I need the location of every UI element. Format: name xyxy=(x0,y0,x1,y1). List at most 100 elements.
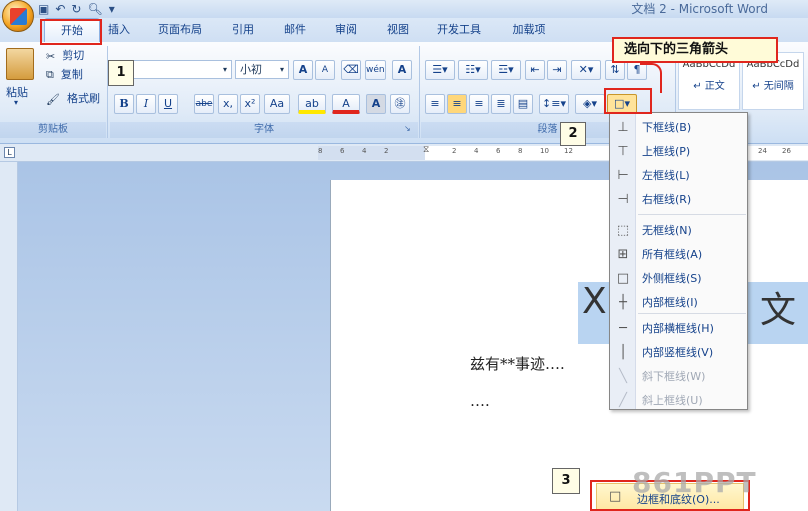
customize-qat-icon[interactable]: ▾ xyxy=(109,2,115,16)
border-menu-item[interactable]: □ 外侧框线(S) xyxy=(610,266,747,290)
diagonal-up-border-icon: ╱ xyxy=(619,392,627,408)
line-spacing-icon[interactable]: ↕≡▾ xyxy=(539,94,569,114)
phonetic-guide-icon[interactable]: wén xyxy=(365,60,386,80)
superscript-button[interactable]: x² xyxy=(240,94,260,114)
document-line[interactable]: …. xyxy=(470,392,490,410)
print-preview-icon[interactable]: 🔍︎ xyxy=(87,2,102,16)
font-size-combo[interactable]: 小初 ▾ xyxy=(235,60,289,79)
left-border-icon: ⊢ xyxy=(617,167,629,183)
tab-references[interactable]: 引用 xyxy=(228,18,258,42)
bullets-icon[interactable]: ☰▾ xyxy=(425,60,455,80)
italic-button[interactable]: I xyxy=(136,94,156,114)
tab-view[interactable]: 视图 xyxy=(383,18,413,42)
ruler-tick: 4 xyxy=(474,147,479,155)
tab-developer[interactable]: 开发工具 xyxy=(434,18,484,42)
border-menu-item[interactable]: ─ 内部横框线(H) xyxy=(610,316,747,340)
inside-vertical-border-icon: │ xyxy=(619,344,627,360)
align-center-icon[interactable]: ≡ xyxy=(447,94,467,114)
step3-marker: 3 xyxy=(552,468,580,494)
heading-text-left[interactable]: X xyxy=(582,281,607,322)
subscript-button[interactable]: x, xyxy=(218,94,238,114)
border-menu-item[interactable]: ⊥ 下框线(B) xyxy=(610,115,747,139)
border-menu-item-label: 内部横框线(H) xyxy=(642,322,714,335)
redo-icon[interactable]: ↻ xyxy=(71,2,81,16)
ruler-tick: 4 xyxy=(362,147,367,155)
ruler-tick: 2 xyxy=(452,147,457,155)
save-icon[interactable]: ▣ xyxy=(38,2,49,16)
border-menu-item-label: 所有框线(A) xyxy=(642,248,703,261)
ruler-tick: 26 xyxy=(782,147,791,155)
border-menu-item[interactable]: ⊢ 左框线(L) xyxy=(610,163,747,187)
ruler-tick: 10 xyxy=(540,147,549,155)
character-shading-icon[interactable]: A xyxy=(366,94,386,114)
highlight-color-icon[interactable]: ab xyxy=(298,94,326,114)
border-menu-item: ╱ 斜上框线(U) xyxy=(610,388,747,412)
paste-icon[interactable] xyxy=(6,48,34,80)
border-menu-item-label: 外侧框线(S) xyxy=(642,272,702,285)
enclose-character-icon[interactable]: ㊟ xyxy=(390,94,410,114)
ruler-tick: 6 xyxy=(340,147,345,155)
chinese-layout-icon[interactable]: ✕▾ xyxy=(571,60,601,80)
dialog-launcher-icon[interactable]: ↘ xyxy=(404,124,411,133)
indent-marker-icon[interactable]: ⧖ xyxy=(423,145,429,155)
change-case-button[interactable]: Aa xyxy=(264,94,290,114)
copy-button[interactable]: ⧉ 复制 xyxy=(46,64,87,86)
chevron-down-icon: ▾ xyxy=(279,65,284,74)
vertical-ruler[interactable] xyxy=(0,162,18,511)
decrease-indent-icon[interactable]: ⇤ xyxy=(525,60,545,80)
increase-indent-icon[interactable]: ⇥ xyxy=(547,60,567,80)
clear-format-icon[interactable]: ⌫ xyxy=(341,60,361,80)
distributed-icon[interactable]: ▤ xyxy=(513,94,533,114)
paste-dropdown-icon[interactable]: ▾ xyxy=(14,98,18,107)
divider xyxy=(419,46,420,138)
border-menu-item-label: 上框线(P) xyxy=(642,145,691,158)
justify-icon[interactable]: ≣ xyxy=(491,94,511,114)
format-painter-button[interactable]: 🖌︎ 格式刷 xyxy=(46,88,104,110)
strikethrough-button[interactable]: abe xyxy=(194,94,214,114)
numbering-icon[interactable]: ☷▾ xyxy=(458,60,488,80)
character-border-button[interactable]: A xyxy=(392,60,412,80)
tab-page-layout[interactable]: 页面布局 xyxy=(151,18,209,42)
border-menu-item[interactable]: ⊣ 右框线(R) xyxy=(610,187,747,211)
tab-insert[interactable]: 插入 xyxy=(104,18,134,42)
font-color-icon[interactable]: A xyxy=(332,94,360,114)
border-menu-item-label: 左框线(L) xyxy=(642,169,690,182)
align-left-icon[interactable]: ≡ xyxy=(425,94,445,114)
align-right-icon[interactable]: ≡ xyxy=(469,94,489,114)
border-menu-item[interactable]: ⊞ 所有框线(A) xyxy=(610,242,747,266)
border-menu-item[interactable]: ┼ 内部框线(I) xyxy=(610,290,747,314)
window-title: 文档 2 - Microsoft Word xyxy=(631,2,768,16)
multilevel-list-icon[interactable]: ☲▾ xyxy=(491,60,521,80)
border-menu-item: ╲ 斜下框线(W) xyxy=(610,364,747,388)
border-menu-item[interactable]: │ 内部竖框线(V) xyxy=(610,340,747,364)
border-menu-item-label: 内部竖框线(V) xyxy=(642,346,714,359)
ruler-tick: 8 xyxy=(518,147,523,155)
ruler-tick: 12 xyxy=(564,147,573,155)
shrink-font-button[interactable]: A xyxy=(315,60,335,80)
font-group: ▾ 小初 ▾ A A ⌫ wén A B I U abe x, x² Aa ab … xyxy=(110,42,418,144)
no-border-icon: ⬚ xyxy=(616,222,630,238)
ruler-tick: 8 xyxy=(318,147,323,155)
heading-text-right[interactable]: 文 xyxy=(760,281,796,333)
tab-add-ins[interactable]: 加载项 xyxy=(509,18,549,42)
document-line[interactable]: 兹有**事迹…. xyxy=(470,353,565,374)
grow-font-button[interactable]: A xyxy=(293,60,313,80)
tab-review[interactable]: 审阅 xyxy=(331,18,361,42)
shading-icon[interactable]: ◈▾ xyxy=(575,94,605,114)
inside-horizontal-border-icon: ─ xyxy=(619,320,627,336)
scissors-icon: ✂ xyxy=(46,49,56,63)
border-menu-item[interactable]: ⬚ 无框线(N) xyxy=(610,218,747,242)
ruler-tick: 2 xyxy=(384,147,389,155)
underline-button[interactable]: U xyxy=(158,94,178,114)
step1-marker: 1 xyxy=(108,60,134,86)
undo-icon[interactable]: ↶ xyxy=(55,2,65,16)
office-button[interactable] xyxy=(2,0,34,32)
sort-icon[interactable]: ⇅ xyxy=(605,60,625,80)
quick-access-toolbar: ▣ ↶ ↻ 🔍︎ ▾ xyxy=(38,1,115,17)
copy-icon: ⧉ xyxy=(46,68,54,81)
tab-mailings[interactable]: 邮件 xyxy=(280,18,310,42)
tab-selector-icon[interactable]: L xyxy=(4,147,15,158)
bold-button[interactable]: B xyxy=(114,94,134,114)
border-menu-item[interactable]: ⊤ 上框线(P) xyxy=(610,139,747,163)
step1-tab-highlight xyxy=(40,19,102,45)
